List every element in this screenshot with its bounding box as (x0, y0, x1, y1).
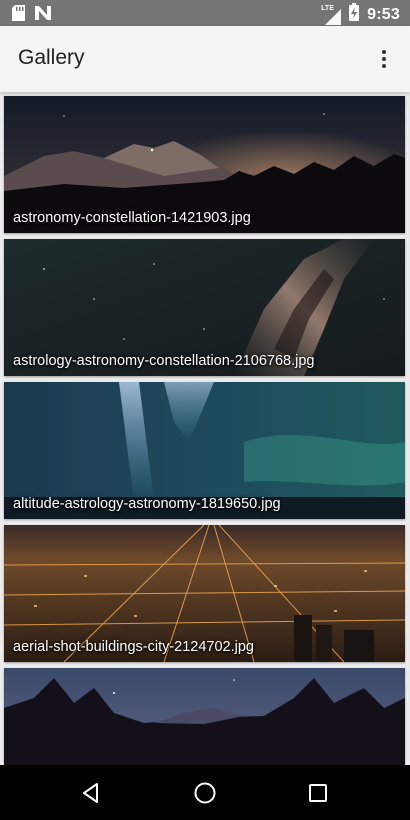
gallery-item[interactable]: astrology-astronomy-constellation-210676… (4, 239, 405, 376)
battery-charging-icon (349, 3, 360, 26)
status-bar: LTE 9:53 (0, 0, 410, 26)
gallery-item-filename: aerial-shot-buildings-city-2124702.jpg (13, 639, 254, 655)
back-icon[interactable] (77, 779, 105, 807)
gallery-item-filename: astrology-astronomy-constellation-210676… (13, 353, 315, 369)
gallery-item[interactable] (4, 668, 405, 765)
n-notification-icon (35, 6, 51, 25)
more-vert-icon[interactable] (372, 46, 396, 72)
gallery-item[interactable]: altitude-astrology-astronomy-1819650.jpg (4, 382, 405, 519)
home-icon[interactable] (191, 779, 219, 807)
clock: 9:53 (367, 5, 400, 23)
page-title: Gallery (18, 46, 85, 69)
gallery-item[interactable]: aerial-shot-buildings-city-2124702.jpg (4, 525, 405, 662)
gallery-item-filename: astronomy-constellation-1421903.jpg (13, 210, 251, 226)
gallery-thumbnail (4, 668, 405, 765)
recents-icon[interactable] (304, 779, 332, 807)
gallery-item-filename: altitude-astrology-astronomy-1819650.jpg (13, 496, 281, 512)
app-bar: Gallery (0, 26, 410, 92)
gallery-list[interactable]: astronomy-constellation-1421903.jpg astr (0, 92, 410, 765)
navigation-bar (0, 765, 410, 820)
sd-card-icon (12, 5, 25, 26)
gallery-item[interactable]: astronomy-constellation-1421903.jpg (4, 96, 405, 233)
lte-signal-icon: LTE (321, 5, 342, 25)
